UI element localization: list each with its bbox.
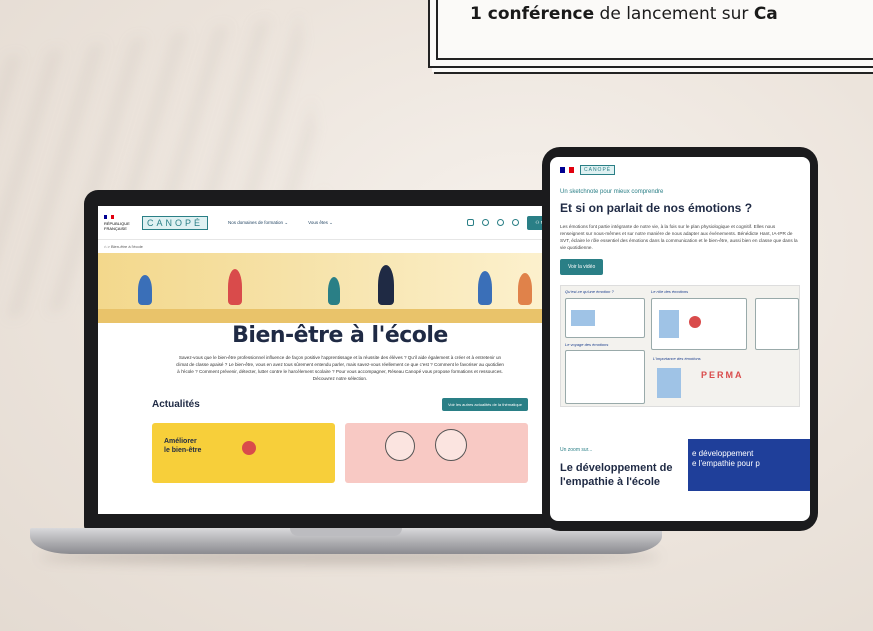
card-label-line2: le bien-être bbox=[164, 447, 202, 454]
card-illustration bbox=[435, 429, 467, 461]
video-button[interactable]: Voir la vidéo bbox=[560, 259, 604, 275]
nav-vous-etes[interactable]: Vous êtes ⌄ bbox=[308, 220, 333, 226]
hero-illustration bbox=[98, 253, 582, 323]
news-card[interactable] bbox=[345, 423, 528, 483]
laptop-notch bbox=[290, 528, 402, 536]
sketch-shape bbox=[689, 316, 701, 328]
illustration-person bbox=[518, 273, 532, 305]
zoom-image-line2: e l'empathie pour p bbox=[692, 459, 760, 468]
location-icon[interactable] bbox=[482, 219, 490, 226]
card-illustration bbox=[242, 441, 256, 455]
user-icon: ⚇ bbox=[535, 219, 540, 225]
sketch-panel bbox=[565, 350, 645, 404]
zoom-image[interactable]: e développement e l'empathie pour p bbox=[688, 439, 810, 491]
tablet-title: Et si on parlait de nos émotions ? bbox=[560, 201, 753, 215]
nav-domaines-label: Nos domaines de formation bbox=[228, 219, 284, 225]
illustration-person bbox=[138, 275, 152, 305]
banner-middle-text: de lancement sur bbox=[594, 4, 754, 24]
sketch-label: Le voyage des émotions bbox=[565, 342, 609, 347]
sketch-shape bbox=[657, 368, 681, 398]
zoom-title[interactable]: Le développement de l'empathie à l'école bbox=[560, 461, 688, 491]
laptop-screen: RÉPUBLIQUE FRANÇAISE CANOPÉ Nos domaines… bbox=[98, 206, 582, 514]
zoom-section: Le développement de l'empathie à l'école… bbox=[550, 439, 810, 491]
sketch-shape bbox=[659, 310, 679, 338]
sketch-label: Le rôle des émotions bbox=[651, 289, 689, 294]
grid-icon[interactable] bbox=[467, 219, 475, 226]
sketch-label: PERMA bbox=[701, 370, 744, 380]
illustration-person bbox=[378, 265, 394, 305]
announcement-banner: 1 conférence de lancement sur Ca bbox=[428, 0, 873, 68]
news-card[interactable]: Améliorer le bien-être bbox=[152, 423, 335, 483]
breadcrumb[interactable]: ⌂ > Bien-être à l'école bbox=[98, 240, 582, 253]
more-news-button[interactable]: Voir les autres actualités de la thémati… bbox=[441, 398, 528, 411]
chevron-down-icon: ⌄ bbox=[284, 219, 289, 225]
tablet-kicker: Un sketchnote pour mieux comprendre bbox=[560, 189, 664, 195]
news-cards: Améliorer le bien-être bbox=[98, 411, 582, 483]
illustration-person bbox=[478, 271, 492, 305]
news-title: Actualités bbox=[152, 399, 200, 410]
sketch-label: L'importance des émotions bbox=[653, 356, 701, 361]
sketch-shape bbox=[571, 310, 595, 326]
laptop: RÉPUBLIQUE FRANÇAISE CANOPÉ Nos domaines… bbox=[84, 190, 596, 530]
sketchnote-image: Qu'est-ce qu'une émotion ? Le rôle des é… bbox=[560, 285, 800, 407]
banner-text: 1 conférence de lancement sur Ca bbox=[470, 4, 778, 24]
site-header: RÉPUBLIQUE FRANÇAISE CANOPÉ Nos domaines… bbox=[98, 206, 582, 240]
banner-bold-count: 1 conférence bbox=[470, 4, 595, 24]
card-label-line1: Améliorer bbox=[164, 438, 197, 445]
search-icon[interactable] bbox=[512, 219, 520, 226]
french-flag-icon bbox=[560, 167, 575, 173]
news-header: Actualités Voir les autres actualités de… bbox=[98, 382, 582, 411]
hero-description: Savez-vous que le bien-être professionne… bbox=[176, 355, 504, 381]
canope-logo[interactable]: CANOPÉ bbox=[580, 165, 616, 175]
republic-line2: FRANÇAISE bbox=[104, 225, 127, 231]
sketch-label: Qu'est-ce qu'une émotion ? bbox=[565, 289, 614, 294]
sketch-panel bbox=[755, 298, 799, 350]
page-title: Bien-être à l'école bbox=[232, 323, 448, 348]
tablet-text: Les émotions font partie intégrante de n… bbox=[560, 224, 798, 250]
tablet-screen: CANOPÉ Un sketchnote pour mieux comprend… bbox=[550, 157, 810, 521]
zoom-image-line1: e développement bbox=[692, 449, 754, 458]
tablet-header: CANOPÉ bbox=[550, 157, 810, 183]
news-card-label: Améliorer le bien-être bbox=[164, 437, 201, 455]
chevron-down-icon: ⌄ bbox=[329, 219, 333, 225]
power-icon[interactable] bbox=[497, 219, 505, 226]
illustration-ground bbox=[98, 309, 582, 323]
republique-francaise-logo: RÉPUBLIQUE FRANÇAISE bbox=[104, 214, 138, 231]
canope-logo[interactable]: CANOPÉ bbox=[142, 215, 209, 230]
illustration-person bbox=[228, 269, 242, 305]
illustration-person bbox=[328, 277, 340, 305]
french-flag-icon bbox=[104, 214, 114, 219]
banner-bold-cut: Ca bbox=[753, 4, 778, 24]
nav-domaines-formation[interactable]: Nos domaines de formation ⌄ bbox=[228, 220, 288, 226]
card-illustration bbox=[385, 431, 415, 461]
header-icons bbox=[467, 219, 520, 226]
tablet: CANOPÉ Un sketchnote pour mieux comprend… bbox=[542, 147, 818, 531]
nav-vous-etes-label: Vous êtes bbox=[308, 219, 328, 225]
